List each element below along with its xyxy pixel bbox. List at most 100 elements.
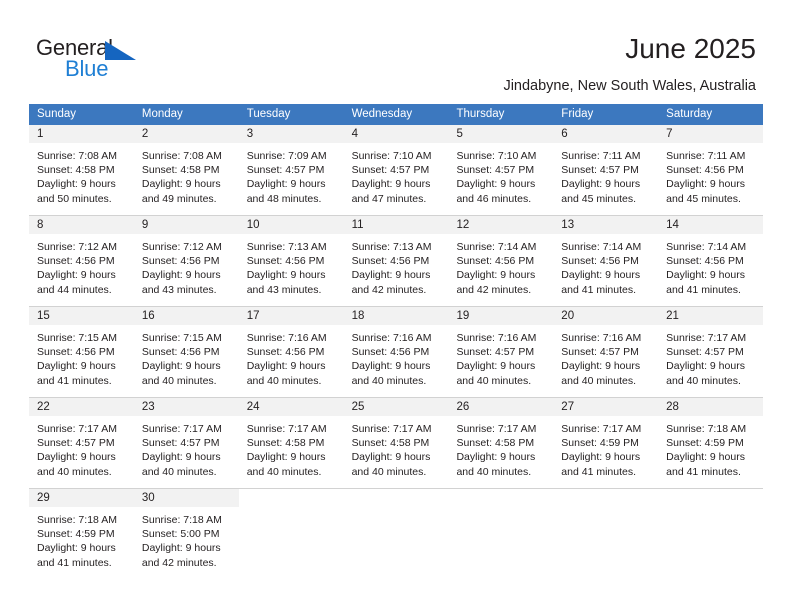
calendar-day-cell[interactable]: 5 Sunrise: 7:10 AM Sunset: 4:57 PM Daylight… (448, 125, 554, 215)
weekday-header-tuesday: Tuesday (246, 108, 291, 120)
sunrise-time: Sunrise: 7:12 AM (37, 241, 117, 253)
calendar-day-cell[interactable]: 8 Sunrise: 7:12 AM Sunset: 4:56 PM Daylight… (29, 216, 134, 306)
calendar-day-cell[interactable]: 15 Sunrise: 7:15 AM Sunset: 4:56 PM Dayligh… (29, 307, 134, 397)
daylight-duration-line2: and 40 minutes. (561, 374, 637, 387)
day-details: Sunrise: 7:08 AM Sunset: 4:58 PM Daylight:… (134, 143, 239, 214)
calendar-day-cell-empty (658, 489, 764, 579)
daylight-duration-line1: Daylight: 9 hours (666, 178, 745, 191)
day-details: Sunrise: 7:16 AM Sunset: 4:57 PM Daylight:… (553, 325, 658, 396)
calendar-day-cell[interactable]: 4 Sunrise: 7:10 AM Sunset: 4:57 PM Daylight… (343, 125, 449, 215)
calendar-day-cell[interactable]: 23 Sunrise: 7:17 AM Sunset: 4:57 PM Dayligh… (133, 398, 239, 488)
calendar-day-cell[interactable]: 28 Sunrise: 7:18 AM Sunset: 4:59 PM Dayligh… (658, 398, 764, 488)
day-number: 24 (238, 398, 344, 416)
daylight-duration-line2: and 46 minutes. (456, 192, 532, 205)
calendar-day-cell[interactable]: 18 Sunrise: 7:16 AM Sunset: 4:56 PM Dayligh… (343, 307, 449, 397)
logo-text-blue: Blue (65, 56, 109, 81)
day-details: Sunrise: 7:17 AM Sunset: 4:57 PM Daylight:… (134, 416, 239, 487)
sunset-time: Sunset: 4:58 PM (456, 437, 535, 450)
daylight-duration-line2: and 50 minutes. (37, 192, 112, 205)
calendar-day-cell[interactable]: 3 Sunrise: 7:09 AM Sunset: 4:57 PM Daylight… (238, 125, 344, 215)
daylight-duration-line1: Daylight: 9 hours (561, 178, 641, 191)
sunrise-time: Sunrise: 7:17 AM (141, 423, 222, 435)
daylight-duration-line1: Daylight: 9 hours (666, 360, 745, 373)
calendar-week-row: 22 Sunrise: 7:17 AM Sunset: 4:57 PM Dayligh… (29, 397, 764, 488)
calendar-day-cell[interactable]: 2 Sunrise: 7:08 AM Sunset: 4:58 PM Daylight… (133, 125, 239, 215)
calendar-day-cell[interactable]: 16 Sunrise: 7:15 AM Sunset: 4:56 PM Dayligh… (133, 307, 239, 397)
sunrise-time: Sunrise: 7:13 AM (351, 241, 432, 253)
daylight-duration-line2: and 45 minutes. (561, 192, 637, 205)
sunset-time: Sunset: 4:57 PM (456, 346, 535, 359)
calendar-week-row: 29 Sunrise: 7:18 AM Sunset: 4:59 PM Dayligh… (29, 488, 764, 579)
day-details: Sunrise: 7:17 AM Sunset: 4:59 PM Daylight:… (553, 416, 658, 487)
calendar-day-cell[interactable]: 6 Sunrise: 7:11 AM Sunset: 4:57 PM Daylight… (553, 125, 659, 215)
daylight-duration-line2: and 47 minutes. (351, 192, 427, 205)
sunrise-time: Sunrise: 7:11 AM (561, 150, 641, 162)
calendar-day-cell[interactable]: 14 Sunrise: 7:14 AM Sunset: 4:56 PM Dayligh… (658, 216, 764, 306)
daylight-duration-line1: Daylight: 9 hours (141, 269, 221, 282)
calendar-day-cell[interactable]: 9 Sunrise: 7:12 AM Sunset: 4:56 PM Daylight… (133, 216, 239, 306)
sunset-time: Sunset: 4:59 PM (666, 437, 744, 450)
daylight-duration-line2: and 43 minutes. (246, 283, 322, 296)
calendar-day-cell[interactable]: 7 Sunrise: 7:11 AM Sunset: 4:56 PM Daylight… (658, 125, 764, 215)
sunset-time: Sunset: 4:56 PM (141, 346, 220, 359)
calendar-day-cell[interactable]: 24 Sunrise: 7:17 AM Sunset: 4:58 PM Dayligh… (238, 398, 344, 488)
calendar-day-cell[interactable]: 22 Sunrise: 7:17 AM Sunset: 4:57 PM Dayligh… (29, 398, 134, 488)
calendar-day-cell[interactable]: 13 Sunrise: 7:14 AM Sunset: 4:56 PM Dayligh… (553, 216, 659, 306)
day-number (553, 489, 659, 507)
sunrise-time: Sunrise: 7:08 AM (141, 150, 222, 162)
daylight-duration-line2: and 49 minutes. (141, 192, 217, 205)
calendar-day-cell[interactable]: 12 Sunrise: 7:14 AM Sunset: 4:56 PM Dayligh… (448, 216, 554, 306)
calendar-day-cell[interactable]: 11 Sunrise: 7:13 AM Sunset: 4:56 PM Dayligh… (343, 216, 449, 306)
sunrise-time: Sunrise: 7:17 AM (351, 423, 432, 435)
calendar-day-cell[interactable]: 25 Sunrise: 7:17 AM Sunset: 4:58 PM Dayligh… (343, 398, 449, 488)
calendar-day-cell[interactable]: 27 Sunrise: 7:17 AM Sunset: 4:59 PM Dayligh… (553, 398, 659, 488)
calendar-day-cell[interactable]: 19 Sunrise: 7:16 AM Sunset: 4:57 PM Dayligh… (448, 307, 554, 397)
daylight-duration-line1: Daylight: 9 hours (37, 269, 116, 282)
day-number: 23 (133, 398, 239, 416)
daylight-duration-line1: Daylight: 9 hours (141, 542, 221, 555)
day-details: Sunrise: 7:17 AM Sunset: 4:58 PM Daylight:… (239, 416, 344, 487)
weekday-header-row: Sunday Monday Tuesday Wednesday Thursday… (29, 104, 763, 125)
calendar-day-cell[interactable]: 1 Sunrise: 7:08 AM Sunset: 4:58 PM Daylight… (29, 125, 134, 215)
calendar-day-cell[interactable]: 10 Sunrise: 7:13 AM Sunset: 4:56 PM Dayligh… (238, 216, 344, 306)
calendar-day-cell[interactable]: 20 Sunrise: 7:16 AM Sunset: 4:57 PM Dayligh… (553, 307, 659, 397)
day-number: 2 (133, 125, 239, 143)
day-number: 16 (133, 307, 239, 325)
sunset-time: Sunset: 4:57 PM (351, 164, 430, 177)
day-number: 22 (29, 398, 134, 416)
day-number: 28 (658, 398, 764, 416)
calendar-day-cell[interactable]: 21 Sunrise: 7:17 AM Sunset: 4:57 PM Dayligh… (658, 307, 764, 397)
day-details: Sunrise: 7:14 AM Sunset: 4:56 PM Daylight:… (658, 234, 763, 305)
daylight-duration-line2: and 40 minutes. (141, 465, 217, 478)
day-number: 17 (238, 307, 344, 325)
day-number (448, 489, 554, 507)
day-number: 11 (343, 216, 449, 234)
sunrise-time: Sunrise: 7:08 AM (37, 150, 117, 162)
daylight-duration-line2: and 40 minutes. (666, 374, 741, 387)
sunrise-time: Sunrise: 7:13 AM (246, 241, 327, 253)
day-details: Sunrise: 7:11 AM Sunset: 4:57 PM Daylight:… (553, 143, 658, 214)
day-number: 14 (658, 216, 764, 234)
calendar-day-cell[interactable]: 26 Sunrise: 7:17 AM Sunset: 4:58 PM Dayligh… (448, 398, 554, 488)
sunset-time: Sunset: 4:57 PM (141, 437, 220, 450)
sunrise-time: Sunrise: 7:18 AM (141, 514, 222, 526)
sunset-time: Sunset: 4:58 PM (37, 164, 115, 177)
day-number: 9 (133, 216, 239, 234)
calendar-day-cell[interactable]: 30 Sunrise: 7:18 AM Sunset: 5:00 PM Dayligh… (133, 489, 239, 579)
sunrise-time: Sunrise: 7:17 AM (37, 423, 117, 435)
daylight-duration-line2: and 42 minutes. (141, 556, 217, 569)
day-details: Sunrise: 7:15 AM Sunset: 4:56 PM Daylight:… (29, 325, 134, 396)
day-details: Sunrise: 7:13 AM Sunset: 4:56 PM Daylight:… (344, 234, 449, 305)
sunset-time: Sunset: 4:58 PM (141, 164, 220, 177)
calendar-day-cell-empty (553, 489, 659, 579)
calendar-week-row: 1 Sunrise: 7:08 AM Sunset: 4:58 PM Daylight… (29, 125, 764, 215)
day-details: Sunrise: 7:14 AM Sunset: 4:56 PM Daylight:… (448, 234, 553, 305)
sunset-time: Sunset: 4:56 PM (37, 255, 115, 268)
weekday-header-thursday: Thursday (456, 108, 505, 120)
sunset-time: Sunset: 4:56 PM (37, 346, 115, 359)
sunset-time: Sunset: 4:58 PM (351, 437, 430, 450)
day-details: Sunrise: 7:10 AM Sunset: 4:57 PM Daylight:… (344, 143, 449, 214)
daylight-duration-line2: and 40 minutes. (246, 465, 322, 478)
calendar-day-cell[interactable]: 29 Sunrise: 7:18 AM Sunset: 4:59 PM Dayligh… (29, 489, 134, 579)
calendar-day-cell[interactable]: 17 Sunrise: 7:16 AM Sunset: 4:56 PM Dayligh… (238, 307, 344, 397)
